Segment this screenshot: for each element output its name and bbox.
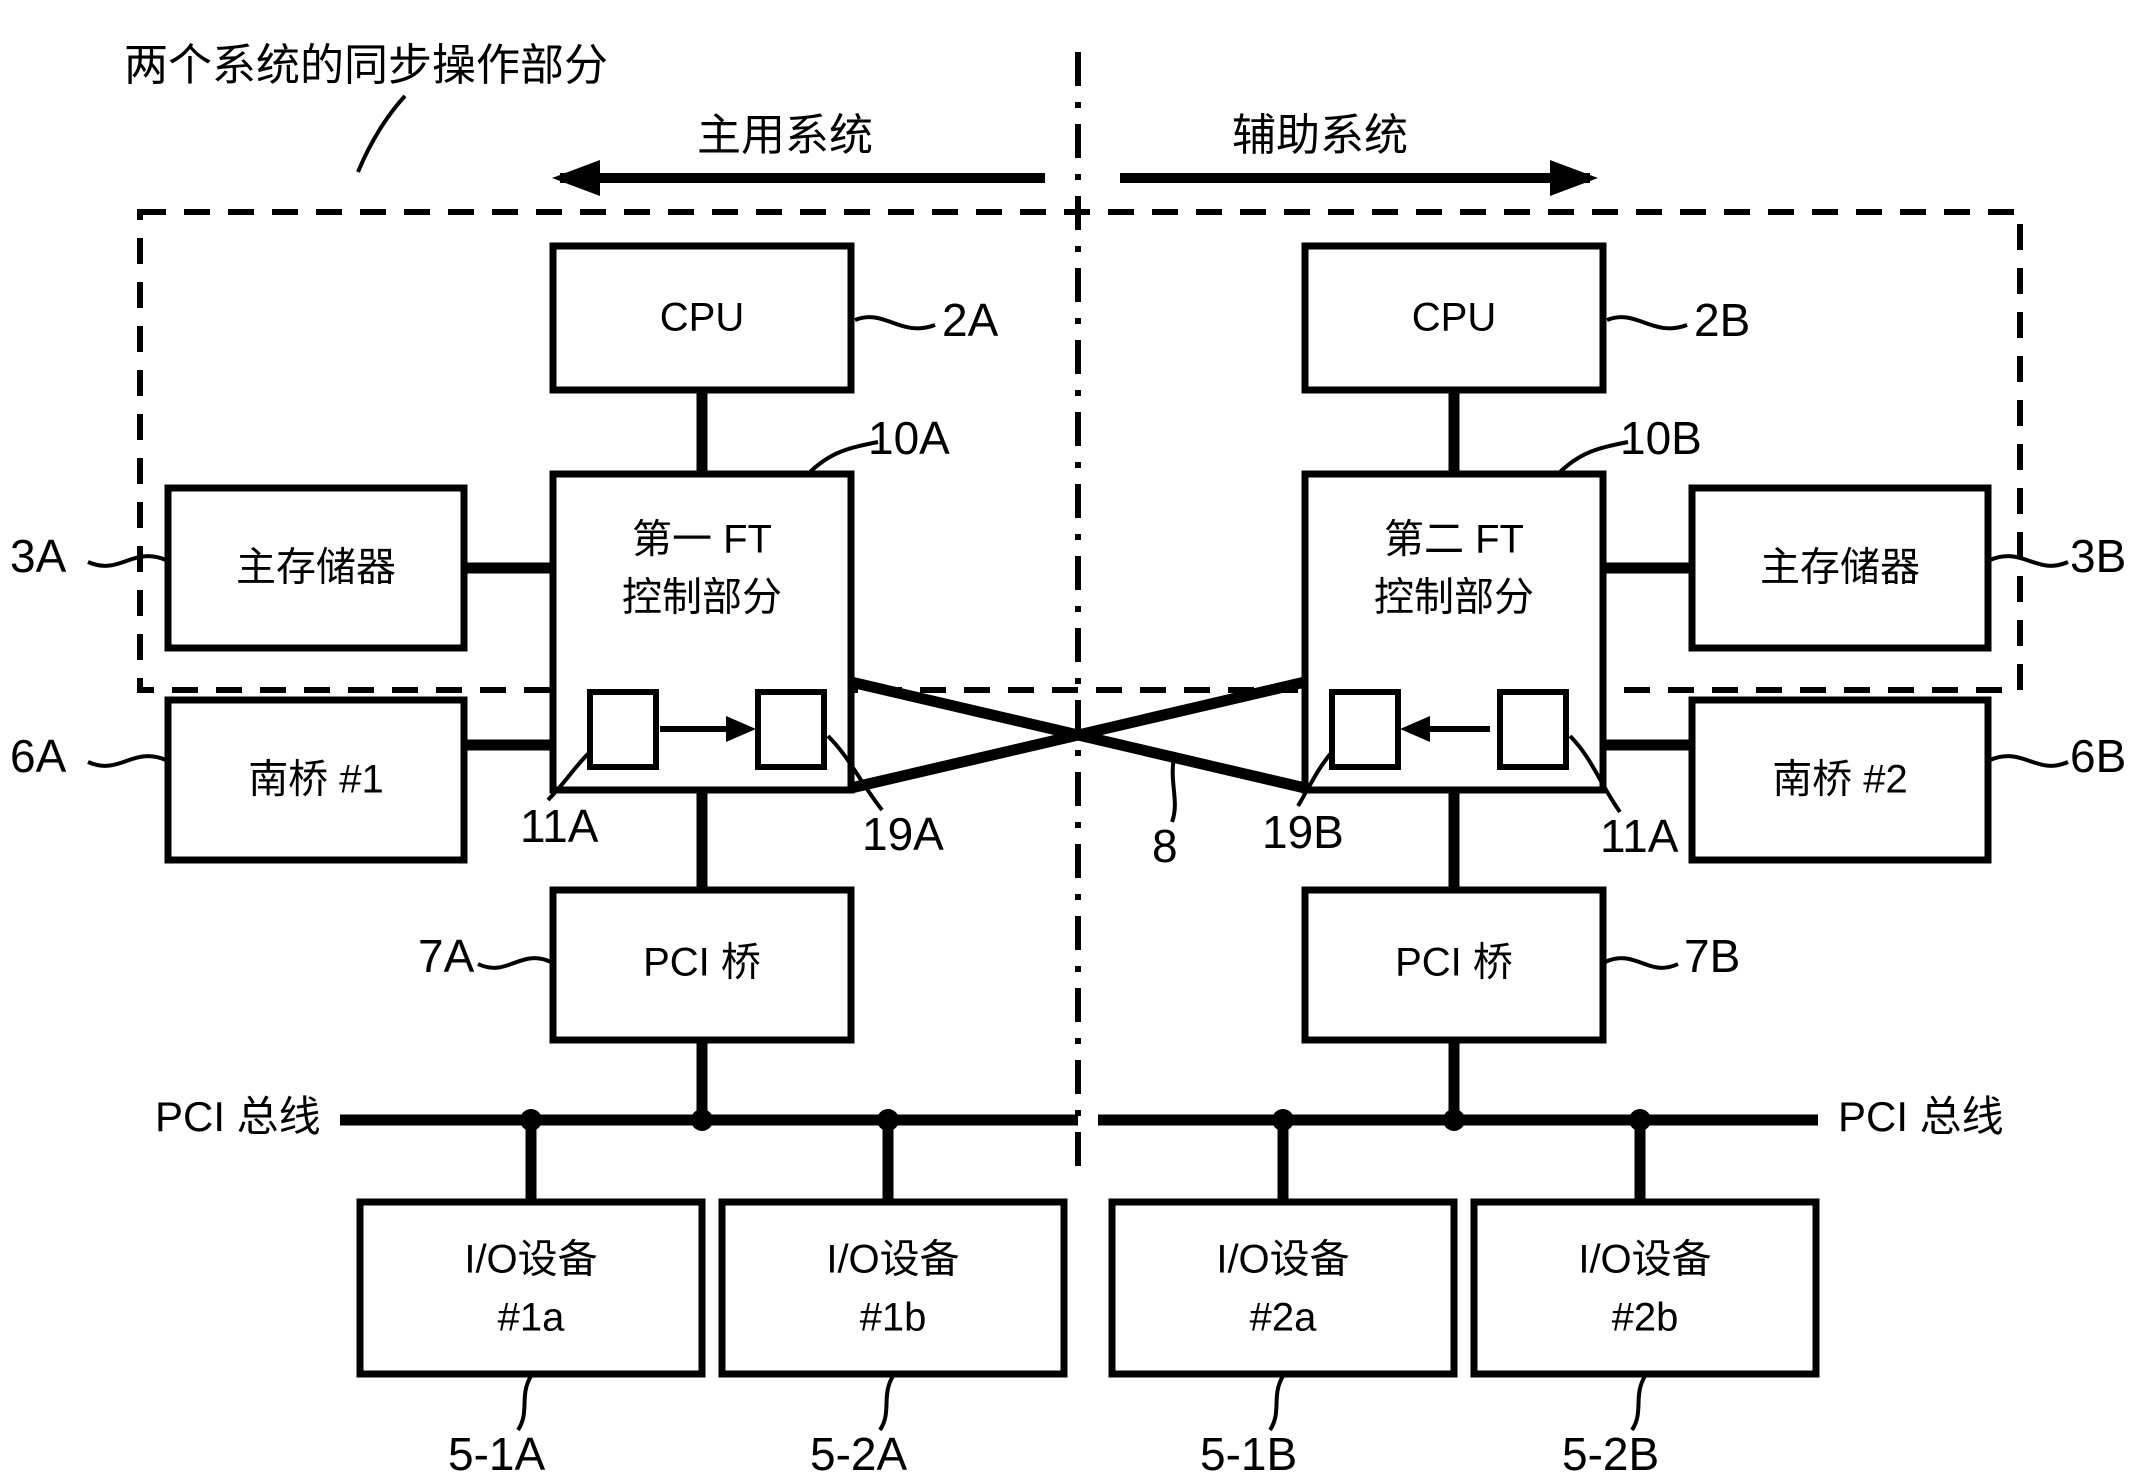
io-device-2b-label-line1: I/O设备 (1578, 1238, 1711, 1282)
io-device-1b-label-line2: #1b (860, 1296, 927, 1340)
cpu-b-label: CPU (1412, 296, 1496, 340)
ft-b-buffer-in-box[interactable] (1329, 689, 1401, 770)
title-leader (356, 94, 407, 173)
ft-control-b-ref-leader (1556, 440, 1629, 476)
south-bridge-2-label: 南桥 #2 (1772, 758, 1908, 802)
pci-bridge-a-ref-leader (477, 956, 552, 970)
ft-b-buffer-in-ref: 19B (1262, 806, 1344, 858)
ft-control-a-label-line2: 控制部分 (622, 576, 782, 620)
main-memory-b-ref: 3B (2070, 530, 2126, 582)
primary-system-arrow (552, 160, 1045, 196)
pci-bus-right-label: PCI 总线 (1838, 1093, 2004, 1140)
pci-bridge-a-ref: 7A (418, 930, 475, 982)
south-bridge-2-ref-leader (1989, 754, 2069, 768)
cpu-b-ref-leader (1606, 315, 1688, 331)
io-device-1a-label-line2: #1a (498, 1296, 565, 1340)
auxiliary-system-arrow (1120, 160, 1598, 196)
south-bridge-1-ref-leader (87, 754, 167, 768)
south-bridge-1-label: 南桥 #1 (248, 758, 384, 802)
main-memory-b-label: 主存储器 (1760, 546, 1920, 590)
ft-b-buffer-out-ref: 11A (1600, 810, 1679, 862)
sync-region-title: 两个系统的同步操作部分 (124, 41, 608, 90)
io-device-2a-box[interactable] (1108, 1198, 1458, 1378)
io-device-1b-label-line1: I/O设备 (826, 1238, 959, 1282)
cpu-b-ref: 2B (1694, 294, 1750, 346)
io-device-2b-ref: 5-2B (1562, 1428, 1659, 1480)
ft-b-buffer-out-box[interactable] (1497, 689, 1569, 770)
primary-system-label: 主用系统 (697, 111, 873, 160)
io-device-2a-label-line2: #2a (1250, 1296, 1317, 1340)
io-device-1a-ref-leader (516, 1374, 533, 1432)
main-memory-a-label: 主存储器 (236, 546, 396, 590)
io-device-2b-box[interactable] (1470, 1198, 1820, 1378)
ft-a-buffer-in-ref: 11A (520, 800, 599, 852)
main-memory-a-ref: 3A (10, 530, 67, 582)
ft-a-buffer-in-box[interactable] (587, 689, 659, 770)
io-device-1b-ref: 5-2A (810, 1428, 907, 1480)
io-device-2a-ref-leader (1268, 1374, 1285, 1432)
figure-canvas: 两个系统的同步操作部分 主用系统 辅助系统 CPU 2A 第一 FT 控制部分 … (0, 0, 2153, 1484)
ft-a-buffer-out-box[interactable] (755, 689, 827, 770)
io-device-2b-ref-leader (1630, 1374, 1647, 1432)
pci-bridge-a-label: PCI 桥 (643, 941, 761, 985)
io-device-1b-box[interactable] (718, 1198, 1068, 1378)
ft-control-a-ref: 10A (868, 412, 950, 464)
main-memory-a-ref-leader (87, 554, 167, 568)
crosslink-ref-leader (1170, 751, 1177, 823)
io-device-2b-label-line2: #2b (1612, 1296, 1679, 1340)
south-bridge-2-ref: 6B (2070, 730, 2126, 782)
main-memory-b-ref-leader (1989, 554, 2069, 568)
auxiliary-system-label: 辅助系统 (1232, 111, 1408, 160)
io-device-1a-box[interactable] (356, 1198, 706, 1378)
cpu-a-label: CPU (660, 296, 744, 340)
io-device-1b-ref-leader (878, 1374, 895, 1432)
ft-a-buffer-out-ref: 19A (862, 808, 944, 860)
pci-bridge-b-ref: 7B (1684, 930, 1740, 982)
ft-control-b-label-line1: 第二 FT (1384, 518, 1524, 562)
pci-bridge-b-label: PCI 桥 (1395, 941, 1513, 985)
pci-bridge-b-ref-leader (1604, 956, 1679, 970)
south-bridge-1-ref: 6A (10, 730, 67, 782)
patent-block-diagram: 两个系统的同步操作部分 主用系统 辅助系统 CPU 2A 第一 FT 控制部分 … (10, 41, 2126, 1480)
pci-bus-right-node-2 (1443, 1109, 1465, 1131)
ft-control-b-label-line2: 控制部分 (1374, 576, 1534, 620)
io-device-2a-ref: 5-1B (1200, 1428, 1297, 1480)
crosslink-ref: 8 (1152, 820, 1178, 872)
io-device-1a-label-line1: I/O设备 (464, 1238, 597, 1282)
cpu-a-ref-leader (854, 315, 936, 331)
pci-bus-left-node-2 (691, 1109, 713, 1131)
ft-control-a-label-line1: 第一 FT (632, 518, 772, 562)
cpu-a-ref: 2A (942, 294, 999, 346)
ft-control-b-ref: 10B (1620, 412, 1702, 464)
pci-bus-left-label: PCI 总线 (155, 1093, 321, 1140)
io-device-1a-ref: 5-1A (448, 1428, 545, 1480)
io-device-2a-label-line1: I/O设备 (1216, 1238, 1349, 1282)
